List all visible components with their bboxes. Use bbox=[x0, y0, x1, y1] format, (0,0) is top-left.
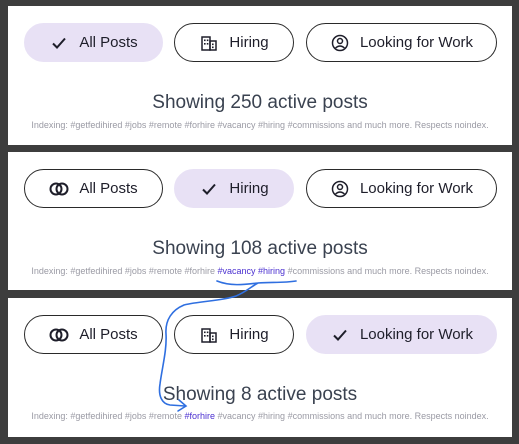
overlapping-circles-icon bbox=[49, 325, 69, 345]
post-count: Showing 8 active posts bbox=[162, 384, 358, 405]
looking-for-work-label: Looking for Work bbox=[359, 326, 474, 343]
all-posts-label: All Posts bbox=[79, 326, 138, 343]
check-icon bbox=[330, 325, 350, 345]
overlapping-circles-icon bbox=[49, 179, 69, 199]
looking-for-work-label: Looking for Work bbox=[359, 180, 474, 197]
tag-forhire[interactable]: #forhire bbox=[184, 120, 215, 130]
hiring-label: Hiring bbox=[229, 34, 269, 51]
indexing-note: Indexing: #getfedihired #jobs #remote #f… bbox=[31, 266, 489, 276]
check-icon bbox=[49, 33, 69, 53]
indexing-note: Indexing: #getfedihired #jobs #remote #f… bbox=[31, 120, 489, 130]
check-icon bbox=[199, 179, 219, 199]
hiring-button[interactable]: Hiring bbox=[174, 315, 294, 354]
person-circle-icon bbox=[330, 179, 350, 199]
looking-for-work-label: Looking for Work bbox=[359, 34, 474, 51]
tag-vacancy[interactable]: #vacancy bbox=[217, 266, 255, 276]
tag-hiring[interactable]: #hiring bbox=[258, 120, 285, 130]
building-icon bbox=[199, 325, 219, 345]
hiring-button[interactable]: Hiring bbox=[174, 169, 294, 208]
tag-forhire[interactable]: #forhire bbox=[184, 266, 215, 276]
all-posts-button[interactable]: All Posts bbox=[24, 315, 163, 354]
filter-panel-all: All Posts Hiring Looking for Work Showin… bbox=[8, 6, 512, 145]
tag-forhire[interactable]: #forhire bbox=[184, 411, 215, 421]
all-posts-label: All Posts bbox=[79, 34, 138, 51]
looking-for-work-button[interactable]: Looking for Work bbox=[306, 23, 497, 62]
hiring-button[interactable]: Hiring bbox=[174, 23, 294, 62]
post-count: Showing 250 active posts bbox=[152, 92, 368, 113]
all-posts-label: All Posts bbox=[79, 180, 138, 197]
tag-hiring[interactable]: #hiring bbox=[258, 411, 285, 421]
looking-for-work-button[interactable]: Looking for Work bbox=[306, 169, 497, 208]
building-icon bbox=[199, 33, 219, 53]
filter-panel-hiring: All Posts Hiring Looking for Work Showin… bbox=[8, 152, 512, 290]
all-posts-button[interactable]: All Posts bbox=[24, 23, 163, 62]
indexing-note: Indexing: #getfedihired #jobs #remote #f… bbox=[31, 411, 489, 421]
hiring-label: Hiring bbox=[229, 180, 269, 197]
tag-hiring[interactable]: #hiring bbox=[258, 266, 285, 276]
all-posts-button[interactable]: All Posts bbox=[24, 169, 163, 208]
tag-vacancy[interactable]: #vacancy bbox=[217, 120, 255, 130]
hiring-label: Hiring bbox=[229, 326, 269, 343]
person-circle-icon bbox=[330, 33, 350, 53]
looking-for-work-button[interactable]: Looking for Work bbox=[306, 315, 497, 354]
filter-panel-work: All Posts Hiring Looking for Work Showin… bbox=[8, 298, 512, 437]
post-count: Showing 108 active posts bbox=[152, 238, 368, 259]
tag-vacancy[interactable]: #vacancy bbox=[217, 411, 255, 421]
